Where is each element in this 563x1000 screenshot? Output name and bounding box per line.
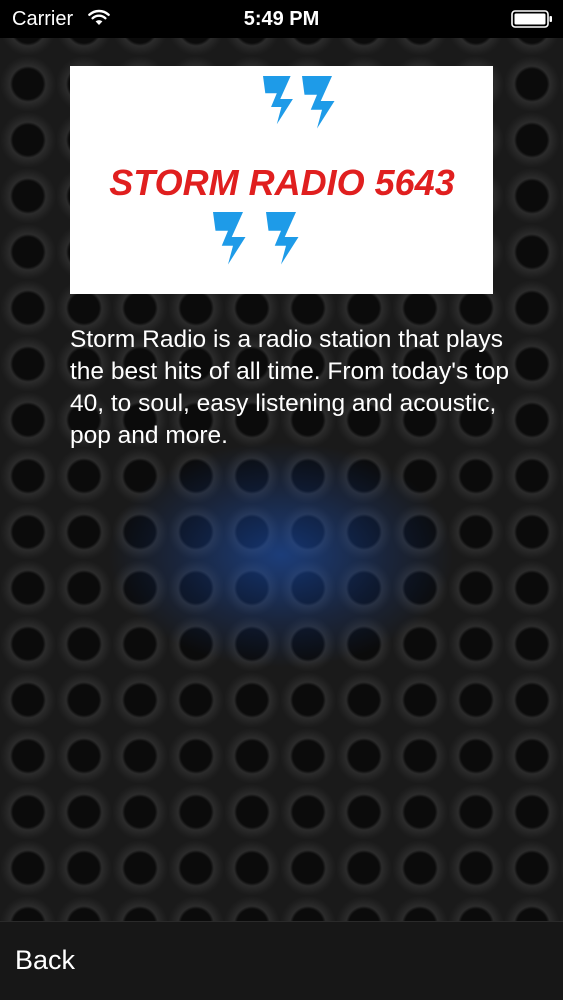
logo-graphic: STORM RADIO 5643 — [109, 76, 455, 265]
lightning-bolt-icon — [263, 76, 293, 125]
station-logo: STORM RADIO 5643 — [70, 66, 493, 294]
lightning-bolt-icon — [213, 212, 246, 265]
lightning-bolt-icon — [302, 76, 335, 129]
app-screen: Carrier 5:49 PM STORM RADIO 5643 Storm R… — [0, 0, 563, 1000]
battery-full-icon — [511, 10, 552, 28]
lightning-bolt-icon — [266, 212, 299, 265]
station-description: Storm Radio is a radio station that play… — [70, 326, 510, 449]
logo-text: STORM RADIO 5643 — [109, 162, 454, 203]
back-button[interactable]: Back — [15, 944, 75, 976]
bottom-toolbar: Back — [0, 921, 563, 1000]
status-bar: Carrier 5:49 PM — [0, 0, 563, 38]
status-time: 5:49 PM — [243, 8, 320, 30]
